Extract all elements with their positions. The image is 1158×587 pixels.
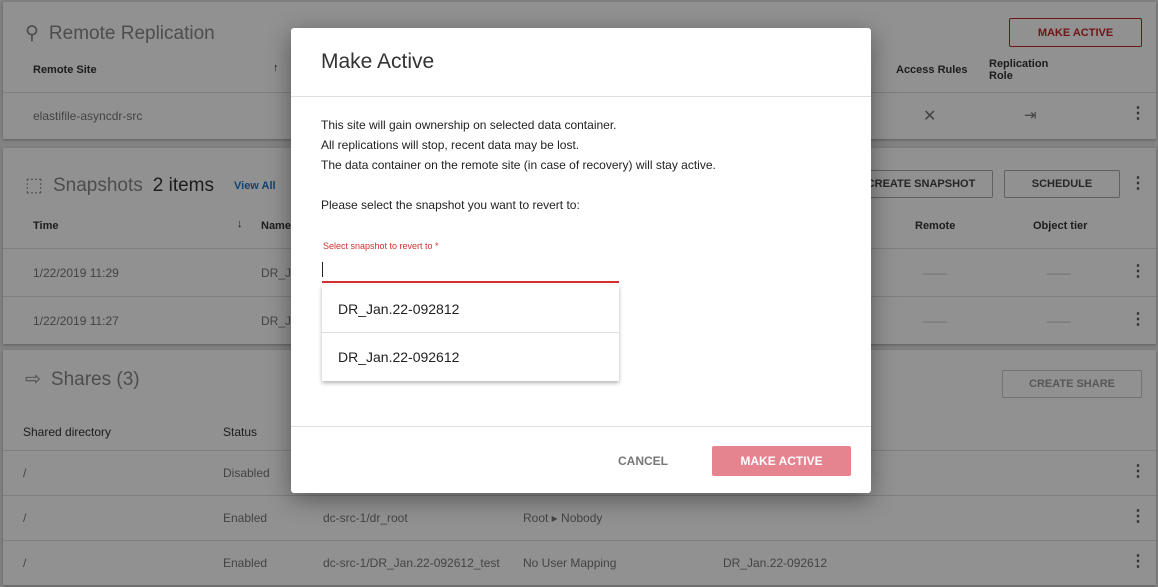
dialog-message-line: All replications will stop, recent data … — [321, 138, 580, 152]
dialog-title: Make Active — [321, 50, 435, 73]
snapshot-field-label: Select snapshot to revert to * — [323, 241, 439, 251]
dialog-message-line: The data container on the remote site (i… — [321, 158, 716, 172]
snapshot-select-input[interactable] — [322, 256, 619, 283]
cancel-button[interactable]: CANCEL — [618, 454, 668, 468]
snapshot-option[interactable]: DR_Jan.22-092812 — [322, 285, 619, 333]
confirm-make-active-button[interactable]: MAKE ACTIVE — [712, 446, 851, 476]
snapshot-option[interactable]: DR_Jan.22-092612 — [322, 333, 619, 381]
snapshot-dropdown: DR_Jan.22-092812 DR_Jan.22-092612 — [322, 285, 619, 381]
dialog-message-line: This site will gain ownership on selecte… — [321, 118, 617, 132]
dialog-prompt: Please select the snapshot you want to r… — [321, 198, 580, 212]
make-active-dialog: Make Active This site will gain ownershi… — [291, 28, 871, 493]
